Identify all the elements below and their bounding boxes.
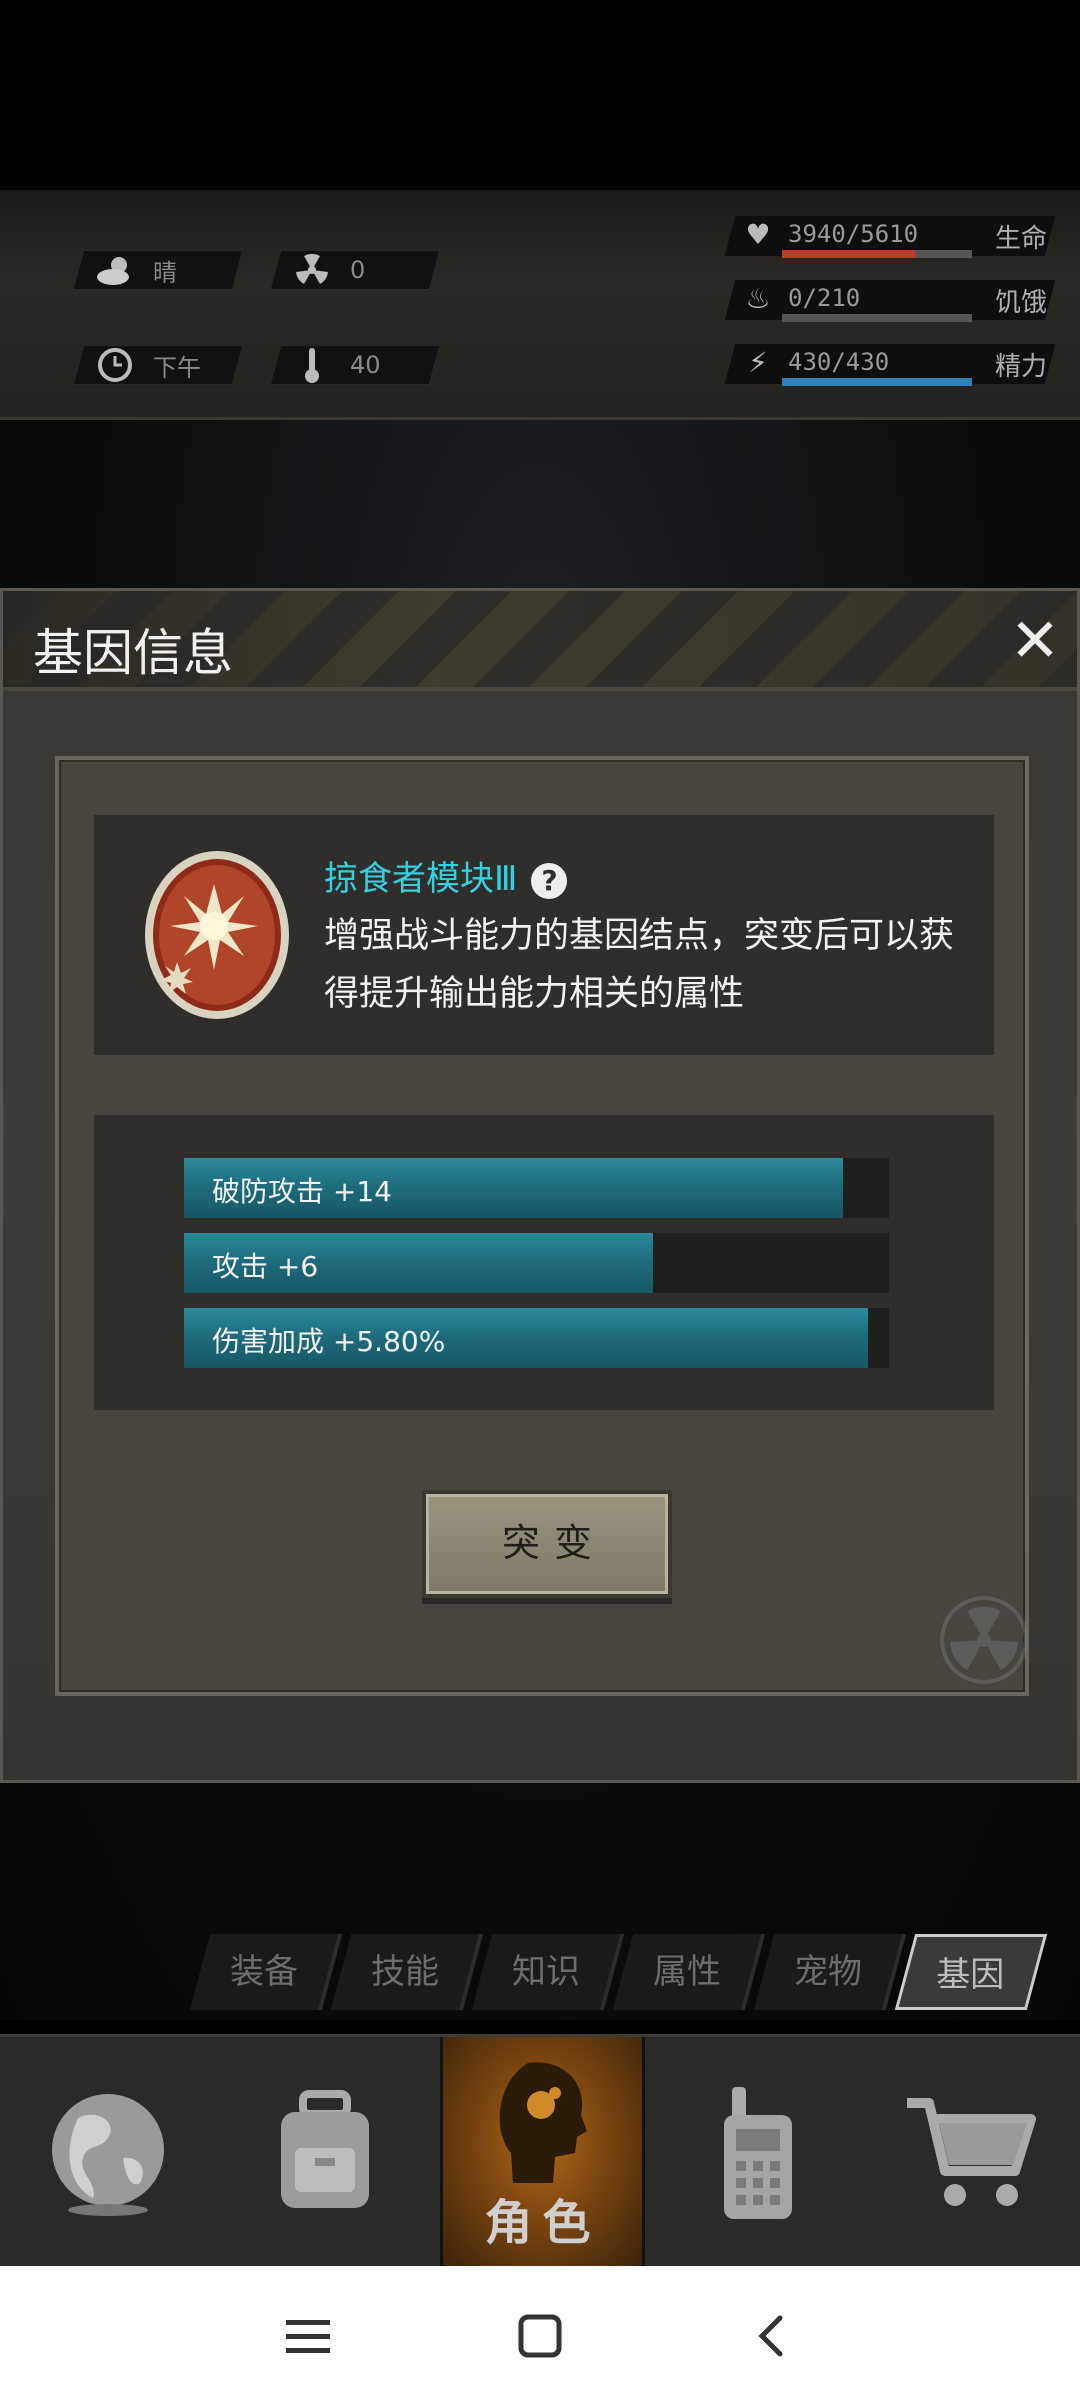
cart-icon <box>906 2098 1036 2206</box>
gene-description: 增强战斗能力的基因结点，突变后可以获得提升输出能力相关的属性 <box>324 916 955 1014</box>
stat-label: 伤害加成 +5.80% <box>212 1325 446 1358</box>
clock-icon <box>95 347 135 383</box>
stomach-icon: ♨ <box>745 282 771 315</box>
walkie-talkie-icon <box>723 2087 792 2219</box>
nav-character-label: 角色 <box>484 2195 601 2251</box>
nav-shop[interactable] <box>865 2037 1080 2269</box>
nav-character[interactable]: 角色 <box>440 2037 645 2269</box>
heart-icon: ♥ <box>745 218 771 251</box>
dialog-header: 基因信息 ✕ <box>3 591 1077 691</box>
tab-label: 属性 <box>653 1952 721 1992</box>
cloud-sun-icon <box>95 252 135 288</box>
tab-label: 宠物 <box>794 1952 862 1992</box>
character-tabs: 装备 技能 知识 属性 宠物 基因 <box>189 1934 1060 2010</box>
tab-label: 基因 <box>936 1955 1005 1995</box>
gene-info-box: 掠食者模块Ⅲ? 增强战斗能力的基因结点，突变后可以获得提升输出能力相关的属性 <box>94 815 994 1055</box>
vital-health: ♥ 3940/5610 生命 <box>720 210 1060 260</box>
weather-text: 晴 <box>153 258 177 287</box>
hunger-label: 饥饿 <box>995 288 1048 318</box>
top-black-area <box>0 0 1080 190</box>
nav-world[interactable] <box>0 2037 215 2269</box>
system-navigation-bar <box>0 2266 1080 2400</box>
home-icon[interactable] <box>500 2296 580 2376</box>
globe-icon <box>51 2094 164 2216</box>
predator-gene-icon <box>145 851 289 1019</box>
character-head-icon <box>499 2062 587 2183</box>
vital-energy: ⚡ 430/430 精力 <box>720 338 1060 388</box>
stat-bar-armor-break: 破防攻击 +14 <box>184 1158 889 1218</box>
back-icon[interactable] <box>732 2296 812 2376</box>
gene-name-text: 掠食者模块Ⅲ <box>324 859 518 899</box>
time-text: 下午 <box>153 353 201 382</box>
tab-pets[interactable]: 宠物 <box>753 1934 907 2010</box>
radiation-stat: 0 <box>269 250 441 290</box>
status-bar: 晴 0 下午 40 ♥ 3940/5610 生命 ♨ 0/210 饥饿 ⚡ 43… <box>0 190 1080 578</box>
nav-inventory[interactable] <box>215 2037 435 2269</box>
close-icon[interactable]: ✕ <box>1003 609 1067 673</box>
energy-value: 430/430 <box>788 348 890 376</box>
tab-skills[interactable]: 技能 <box>330 1934 484 2010</box>
energy-icon: ⚡ <box>748 346 768 379</box>
tab-attributes[interactable]: 属性 <box>612 1934 766 2010</box>
tab-equipment[interactable]: 装备 <box>189 1934 343 2010</box>
gene-panel: 掠食者模块Ⅲ? 增强战斗能力的基因结点，突变后可以获得提升输出能力相关的属性 破… <box>55 756 1029 1696</box>
thermometer-icon <box>292 347 332 383</box>
vital-hunger: ♨ 0/210 饥饿 <box>720 274 1060 324</box>
nav-radio[interactable] <box>650 2037 865 2269</box>
tab-knowledge[interactable]: 知识 <box>471 1934 625 2010</box>
tab-label: 知识 <box>512 1952 580 1992</box>
dialog-title: 基因信息 <box>33 624 233 682</box>
energy-bar <box>782 378 972 386</box>
time-stat: 下午 <box>72 345 244 385</box>
energy-label: 精力 <box>995 352 1048 382</box>
weather-stat: 晴 <box>72 250 244 290</box>
radiation-watermark-icon <box>940 1596 1028 1684</box>
gene-name: 掠食者模块Ⅲ? <box>324 851 568 900</box>
hunger-value: 0/210 <box>788 284 861 312</box>
temperature-stat: 40 <box>269 345 441 385</box>
stat-bar-damage-bonus: 伤害加成 +5.80% <box>184 1308 889 1368</box>
menu-icon[interactable] <box>268 2296 348 2376</box>
radiation-text: 0 <box>350 256 366 284</box>
bottom-nav: 角色 <box>0 2034 1080 2269</box>
health-value: 3940/5610 <box>788 220 919 248</box>
health-label: 生命 <box>995 224 1048 254</box>
stat-bar-attack: 攻击 +6 <box>184 1233 889 1293</box>
temperature-text: 40 <box>350 351 381 379</box>
tab-genes[interactable]: 基因 <box>894 1934 1048 2010</box>
help-icon[interactable]: ? <box>531 862 568 899</box>
radiation-icon <box>292 252 332 288</box>
backpack-icon <box>281 2090 369 2208</box>
mutate-button[interactable]: 突变 <box>422 1490 672 1598</box>
stat-label: 攻击 +6 <box>212 1250 319 1283</box>
gene-info-dialog: 基因信息 ✕ 掠食者模块Ⅲ? 增强战斗能力的基因结点，突变后可以获得提升输出能力… <box>0 588 1080 1783</box>
tab-label: 技能 <box>371 1952 439 1992</box>
stat-label: 破防攻击 +14 <box>212 1175 392 1208</box>
gene-stats-box: 破防攻击 +14 攻击 +6 伤害加成 +5.80% <box>94 1115 994 1410</box>
tab-label: 装备 <box>230 1952 298 1992</box>
health-bar <box>782 250 915 258</box>
